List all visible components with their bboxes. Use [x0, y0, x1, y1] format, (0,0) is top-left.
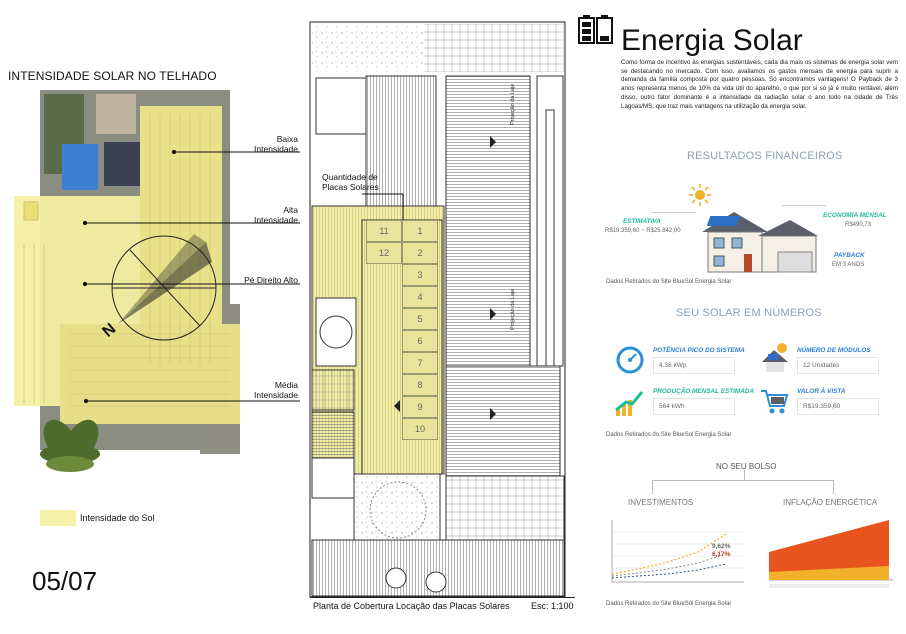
- producao-value: 564 kWh: [653, 398, 735, 415]
- callout-pe-direito-alto: Pé Direito Alto: [244, 275, 298, 285]
- panel-quantity-label: Quantidade de Placas Solares: [322, 172, 394, 192]
- economia-label: ECONOMIA MENSAL: [823, 212, 887, 219]
- modulos-value: 12 Unidades: [797, 357, 879, 374]
- financial-connectors-right: [782, 205, 826, 206]
- main-title: Energia Solar: [621, 24, 803, 57]
- solar-panel: 9: [402, 396, 438, 418]
- modulos-label: NÚMERO DE MÓDULOS: [797, 347, 871, 354]
- solar-panel: 4: [402, 286, 438, 308]
- wall-label-bottom: Projeção da Laje: [510, 288, 516, 330]
- pocket-source: Dados Retirados do Site BlueSol Energia …: [606, 601, 732, 607]
- pocket-heading: NO SEU BOLSO: [716, 462, 777, 471]
- solar-panel: 8: [402, 374, 438, 396]
- page-number: 05/07: [32, 566, 98, 596]
- gauge-icon: [616, 346, 644, 374]
- legend-swatch: [40, 510, 76, 526]
- payback-label: PAYBACK: [834, 252, 865, 259]
- plan-caption: Planta de Cobertura Locação das Placas S…: [313, 601, 510, 611]
- callout-alta-line2: Intensidade: [254, 215, 298, 225]
- house-solar-icon: [702, 212, 818, 273]
- investimentos-heading: INVESTIMENTOS: [628, 498, 694, 507]
- pocket-tree-c: [744, 470, 745, 480]
- roof-intensity-title: INTENSIDADE SOLAR NO TELHADO: [8, 69, 217, 83]
- callout-alta-line1: Alta: [283, 205, 298, 215]
- pocket-tree-l: [652, 480, 653, 494]
- financial-source: Dados Retirados do Site BlueSol Energia …: [606, 279, 732, 285]
- growth-chart-icon: [615, 391, 644, 416]
- solar-panel: 6: [402, 330, 438, 352]
- callout-baixa-intensidade: Baixa Intensidade: [228, 134, 298, 154]
- rate-cdi: 6,17%: [712, 551, 731, 558]
- valor-value: R$19.359,60: [797, 398, 879, 415]
- estimativa-label: ESTIMATIVA: [623, 218, 661, 225]
- solar-panel: 12: [366, 242, 402, 264]
- callout-media-line1: Média: [274, 380, 298, 390]
- callout-alta-intensidade: Alta Intensidade: [228, 205, 298, 225]
- rate-poupanca: 9,62%: [712, 543, 731, 550]
- panel-quantity-line1: Quantidade de: [322, 172, 378, 182]
- numbers-heading: SEU SOLAR EM NÚMEROS: [676, 307, 822, 319]
- potencia-label: POTÊNCIA PICO DO SISTEMA: [653, 347, 745, 354]
- shopping-cart-icon: [761, 390, 789, 414]
- numbers-source: Dados Retirados do Site BlueSol Energia …: [606, 432, 732, 438]
- solar-panel-grid: 11 1 12 2 3 4 5 6 7 8 9 10: [364, 218, 440, 440]
- wall-label-top: Projeção da Laje: [510, 83, 516, 125]
- solar-panel: 1: [402, 220, 438, 242]
- panel-quantity-line2: Placas Solares: [322, 182, 379, 192]
- pocket-tree-r: [833, 480, 834, 494]
- callout-media-intensidade: Média Intensidade: [228, 380, 298, 400]
- valor-label: VALOR À VISTA: [797, 388, 846, 395]
- pocket-tree-h: [652, 480, 834, 481]
- callout-baixa-line1: Baixa: [276, 134, 298, 144]
- sun-icon: [689, 184, 711, 206]
- plan-scale: Esc: 1:100: [531, 601, 574, 611]
- battery-icon: [578, 15, 613, 44]
- inflacao-heading: INFLAÇÃO ENERGÉTICA: [783, 498, 878, 507]
- payback-value: EM 3 ANOS: [832, 262, 865, 268]
- estimativa-value: R$19.359,60 ~ R$25.842,00: [605, 228, 681, 234]
- economia-value: R$490,73: [845, 222, 872, 228]
- intro-paragraph: Como forma de incentivo às energias sust…: [621, 59, 898, 110]
- callout-media-line2: Intensidade: [254, 390, 298, 400]
- solar-panel: 3: [402, 264, 438, 286]
- callout-baixa-line2: Intensidade: [254, 144, 298, 154]
- producao-label: PRODUÇÃO MENSAL ESTIMADA: [653, 388, 755, 395]
- solar-panel: 7: [402, 352, 438, 374]
- solar-panel: 10: [402, 418, 438, 440]
- solar-panel: 2: [402, 242, 438, 264]
- energy-inflation-chart: [769, 520, 893, 588]
- solar-panel: 5: [402, 308, 438, 330]
- solar-panel: 11: [366, 220, 402, 242]
- financial-connectors: [652, 212, 696, 213]
- plan-caption-underline: [310, 597, 575, 598]
- financial-heading: RESULTADOS FINANCEIROS: [687, 150, 843, 162]
- legend-label: Intensidade do Sol: [80, 513, 155, 523]
- solar-module-icon: [762, 343, 788, 372]
- potencia-value: 4.38 kWp: [653, 357, 735, 374]
